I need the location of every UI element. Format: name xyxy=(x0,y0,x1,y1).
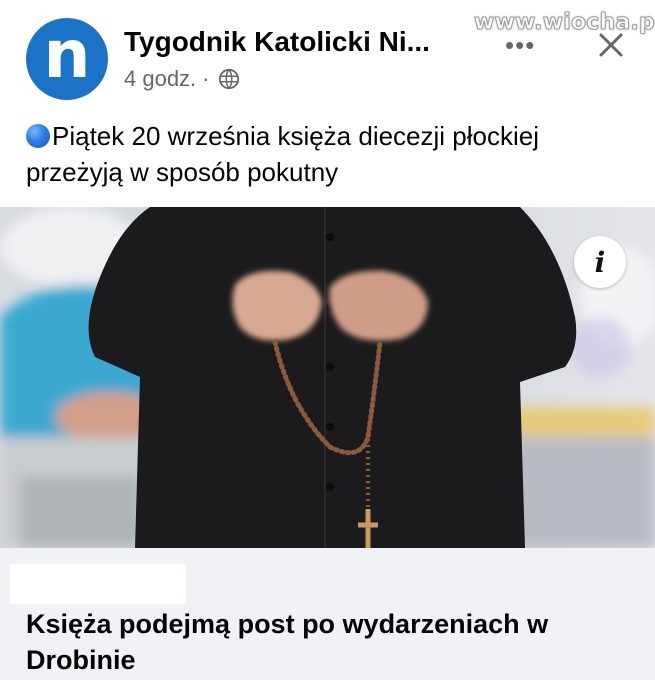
post-time[interactable]: 4 godz. xyxy=(124,66,196,92)
caption-text: Piątek 20 września księża diecezji płock… xyxy=(26,121,540,187)
globe-icon xyxy=(218,68,239,90)
page-name[interactable]: Tygodnik Katolicki Ni... xyxy=(124,26,430,58)
info-button[interactable]: i xyxy=(574,236,626,288)
meta-separator: · xyxy=(202,66,210,91)
avatar-letter: n xyxy=(43,16,91,93)
watermark: www.wiocha.pl xyxy=(474,10,655,36)
page-avatar[interactable]: n xyxy=(26,18,108,100)
post-caption: Piątek 20 września księża diecezji płock… xyxy=(26,118,636,190)
post-meta: 4 godz. · xyxy=(124,66,240,92)
blue-circle-icon xyxy=(26,124,50,148)
link-title[interactable]: Księża podejmą post po wydarzeniach w Dr… xyxy=(26,606,636,678)
post-photo[interactable] xyxy=(0,207,655,548)
link-domain-placeholder xyxy=(10,564,186,604)
